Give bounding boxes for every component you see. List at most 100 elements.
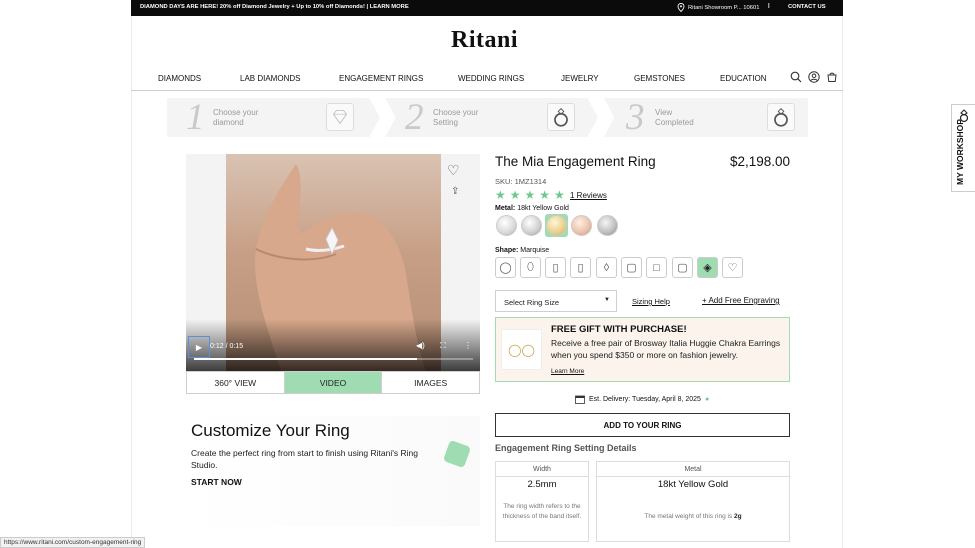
step-label: Choose your diamond [213, 108, 259, 127]
tab-video[interactable]: VIDEO [284, 372, 383, 393]
rating-stars: ★★★★★ [495, 188, 569, 202]
detail-width-note: The ring width refers to the thickness o… [502, 503, 582, 520]
share-icon[interactable]: ⇪ [451, 186, 459, 197]
calendar-icon [575, 395, 585, 404]
nav-lab-diamonds[interactable]: LAB DIAMONDS [240, 74, 300, 83]
nav-engagement-rings[interactable]: ENGAGEMENT RINGS [339, 74, 423, 83]
product-video[interactable]: ▶ 0:12 / 0:15 ◀) ⛶ ⋮ [186, 154, 480, 371]
product-price: $2,198.00 [730, 154, 791, 169]
play-button[interactable]: ▶ [188, 336, 210, 358]
showroom-location[interactable]: Ritani Showroom P... 10601 [677, 3, 759, 12]
shape-value: Marquise [520, 247, 550, 254]
step-choose-diamond[interactable]: 1 Choose your diamond [167, 98, 380, 137]
nav-gemstones[interactable]: GEMSTONES [634, 74, 685, 83]
radiant-shape-icon: ▯ [577, 262, 584, 274]
product-sku: SKU: 1MZ1314 [495, 177, 547, 186]
tab-images[interactable]: IMAGES [382, 372, 479, 393]
oval-shape-icon: ⬯ [527, 261, 534, 273]
site-logo[interactable]: Ritani [451, 27, 518, 54]
shape-label: Shape: Marquise [495, 247, 550, 254]
setting-details-heading: Engagement Ring Setting Details [495, 443, 637, 453]
metal-swatch-rose-gold[interactable] [571, 215, 592, 236]
asscher-shape-icon: □ [653, 261, 660, 274]
contact-us-link[interactable]: CONTACT US [788, 4, 826, 10]
detail-metal-label: Metal [597, 462, 789, 477]
diamond-icon [326, 103, 354, 131]
topbar-separator: | [768, 3, 770, 9]
detail-width-value: 2.5mm [527, 479, 557, 490]
status-bar-url: https://www.ritani.com/custom-engagement… [0, 537, 146, 548]
delivery-estimate: Est. Delivery: Tuesday, April 8, 2025 ● [575, 395, 709, 404]
volume-icon[interactable]: ◀) [416, 341, 425, 350]
build-steps: 1 Choose your diamond 2 Choose your Settin… [167, 98, 808, 137]
detail-metal-value: 18kt Yellow Gold [657, 479, 729, 490]
showroom-label: Ritani Showroom P... 10601 [688, 4, 760, 11]
round-shape-icon: ◯ [499, 262, 512, 274]
shape-heart[interactable]: ♡ [722, 257, 743, 278]
gift-learn-more-link[interactable]: Learn More [551, 368, 584, 375]
shape-radiant[interactable]: ▯ [570, 257, 591, 278]
shape-princess[interactable]: ▢ [672, 257, 693, 278]
step-view-completed[interactable]: 3 View Completed [604, 98, 808, 137]
emerald-shape-icon: ▯ [552, 262, 559, 274]
metal-swatch-palladium[interactable] [597, 215, 618, 236]
detail-width-card: Width 2.5mm The ring width refers to the… [495, 461, 589, 542]
my-workshop-label: MY WORKSHOP [955, 119, 965, 185]
gift-description: Receive a free pair of Brosway Italia Hu… [551, 338, 781, 360]
step-label: View Completed [655, 108, 694, 127]
metal-swatch-white-gold[interactable] [496, 215, 517, 236]
ring-size-select[interactable]: Select Ring Size ▼ [495, 290, 617, 312]
search-icon[interactable] [790, 71, 802, 83]
marquise-shape-icon: ◈ [703, 262, 712, 274]
nav-icons [790, 71, 838, 83]
metal-value: 18kt Yellow Gold [517, 205, 569, 212]
location-pin-icon [677, 3, 685, 12]
shape-cushion[interactable]: ▢ [621, 257, 642, 278]
ring-setting-icon [547, 103, 575, 131]
cushion-shape-icon: ▢ [626, 262, 637, 274]
shape-oval[interactable]: ⬯ [520, 257, 541, 278]
shape-round[interactable]: ◯ [495, 257, 516, 278]
shape-pear[interactable]: ◊ [596, 257, 617, 278]
metal-swatch-platinum[interactable] [521, 215, 542, 236]
customize-title: Customize Your Ring [191, 421, 350, 440]
detail-width-label: Width [496, 462, 588, 477]
heart-shape-icon: ♡ [727, 262, 738, 274]
heart-icon[interactable]: ♡ [447, 162, 460, 179]
nav-jewelry[interactable]: JEWELRY [561, 74, 599, 83]
promo-text[interactable]: DIAMOND DAYS ARE HERE! 20% off Diamond J… [140, 4, 409, 10]
my-workshop-tab[interactable]: MY WORKSHOP [951, 104, 975, 192]
metal-swatch-yellow-gold[interactable] [546, 215, 567, 236]
cart-icon[interactable] [826, 71, 838, 83]
video-time: 0:12 / 0:15 [210, 343, 244, 350]
nav-education[interactable]: EDUCATION [720, 74, 767, 83]
nav-diamonds[interactable]: DIAMONDS [158, 74, 201, 83]
tab-360-view[interactable]: 360° VIEW [187, 372, 285, 393]
step-label: Choose your Setting [433, 108, 479, 127]
gift-title: FREE GIFT WITH PURCHASE! [551, 324, 687, 335]
pear-shape-icon: ◊ [603, 261, 610, 274]
shape-marquise[interactable]: ◈ [697, 257, 718, 278]
delivery-text: Est. Delivery: Tuesday, April 8, 2025 [589, 396, 701, 403]
add-to-ring-button[interactable]: ADD TO YOUR RING [495, 413, 790, 437]
more-options-icon[interactable]: ⋮ [464, 341, 472, 350]
step-number: 1 [186, 97, 205, 138]
start-now-link[interactable]: START NOW [191, 477, 242, 487]
step-choose-setting[interactable]: 2 Choose your Setting [385, 98, 598, 137]
account-icon[interactable] [808, 71, 820, 83]
product-title: The Mia Engagement Ring [495, 154, 656, 169]
info-icon[interactable]: ● [705, 396, 709, 403]
shape-emerald[interactable]: ▯ [545, 257, 566, 278]
sizing-help-link[interactable]: Sizing Help [632, 297, 670, 306]
main-nav: DIAMONDS LAB DIAMONDS ENGAGEMENT RINGS W… [131, 66, 843, 91]
metal-label: Metal: 18kt Yellow Gold [495, 205, 569, 212]
step-number: 2 [405, 97, 424, 138]
reviews-link[interactable]: 1 Reviews [570, 191, 607, 200]
earrings-image: ◯◯ [501, 329, 542, 370]
shape-asscher[interactable]: □ [646, 257, 667, 278]
add-engraving-link[interactable]: + Add Free Engraving [702, 296, 780, 305]
fullscreen-icon[interactable]: ⛶ [440, 341, 446, 351]
detail-metal-card: Metal 18kt Yellow Gold The metal weight … [596, 461, 790, 542]
nav-wedding-rings[interactable]: WEDDING RINGS [458, 74, 524, 83]
princess-shape-icon: ▢ [677, 262, 688, 274]
